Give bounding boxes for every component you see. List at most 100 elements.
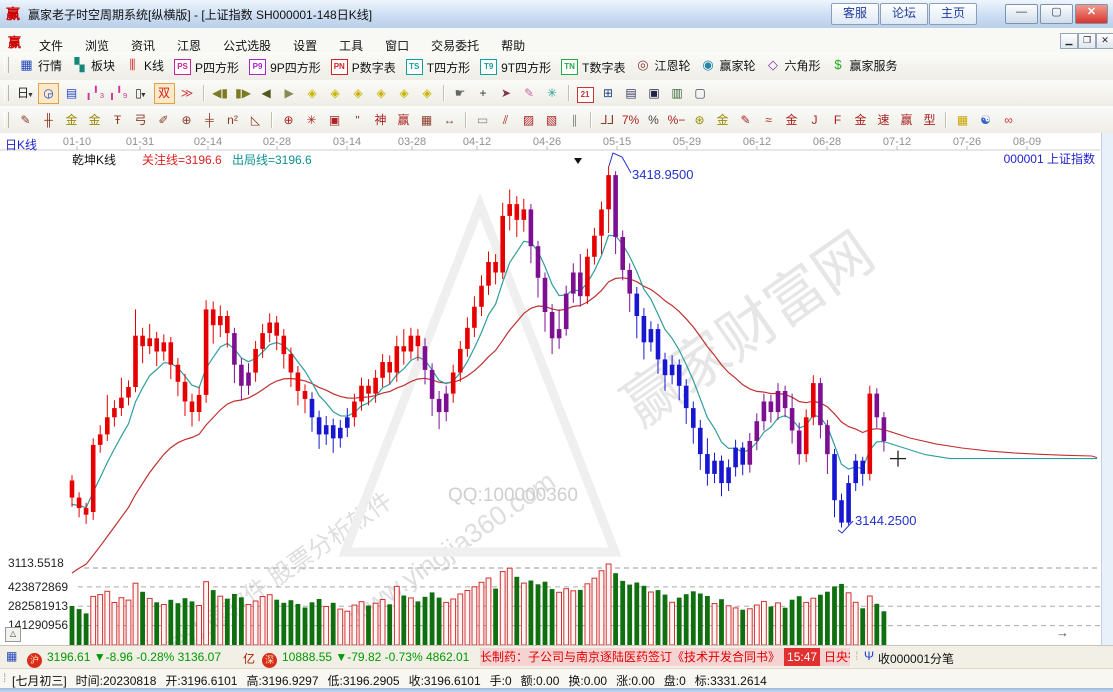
mdi-minimize-button[interactable]: ▁	[1060, 33, 1078, 49]
ruler2-icon[interactable]: ╪	[199, 110, 220, 131]
dropdown-arrow-icon[interactable]: ▼	[140, 92, 147, 99]
parallel-icon[interactable]: ∥	[564, 110, 585, 131]
feed-label[interactable]: 收000001分笔	[878, 650, 954, 667]
chart3-icon[interactable]: ╻╹₃	[84, 83, 105, 104]
toolbar-button-ps-square[interactable]: PSP四方形	[169, 54, 244, 80]
pct7-icon[interactable]: 7%	[620, 110, 641, 131]
toolbar-button-t9-square[interactable]: T99T四方形	[475, 54, 556, 80]
toolbar-button-winner-wheel[interactable]: ◉赢家轮	[695, 52, 760, 78]
dropdown-arrow-icon[interactable]: ▼	[27, 92, 34, 99]
gann-diamond-right-icon[interactable]: ◈	[325, 83, 346, 104]
toolbar-button-hexagon[interactable]: ◇六角形	[761, 52, 826, 78]
gold-line-icon[interactable]: 金	[712, 110, 733, 131]
chart-window-icon[interactable]: ◶	[38, 83, 59, 104]
pen2-icon[interactable]: ✐	[153, 110, 174, 131]
customer-service-button[interactable]: 客服	[831, 3, 879, 25]
forum-button[interactable]: 论坛	[880, 3, 928, 25]
calculator-icon[interactable]: ⊞	[598, 83, 619, 104]
prev-icon[interactable]: ◀	[256, 83, 277, 104]
compass-circle-icon[interactable]: ⊕	[176, 110, 197, 131]
starburst-icon[interactable]: ✳	[301, 110, 322, 131]
toolbar-button-kline[interactable]: ⫼K线	[120, 52, 169, 78]
toolbar-grip[interactable]	[4, 57, 9, 73]
gann-diamond-cross-icon[interactable]: ◈	[371, 83, 392, 104]
toolbar-button-gann-wheel[interactable]: ◎江恩轮	[630, 52, 695, 78]
toolbar-button-tn-table[interactable]: TNT数字表	[556, 54, 630, 80]
go-last-icon[interactable]: ▮▶	[233, 83, 254, 104]
gann-target-icon[interactable]: ⊕	[278, 110, 299, 131]
window-split-icon[interactable]: 日▼	[15, 83, 36, 104]
shen-tool-icon[interactable]: 神	[370, 110, 391, 131]
toolbar-button-service[interactable]: $赢家服务	[826, 52, 903, 78]
maximize-button[interactable]: ▢	[1040, 4, 1073, 24]
mdi-restore-button[interactable]: ❐	[1078, 33, 1096, 49]
f-grid-icon[interactable]: Ŧ	[107, 110, 128, 131]
ying-tool-icon[interactable]: 赢	[393, 110, 414, 131]
export-icon[interactable]: ▥	[667, 83, 688, 104]
gann-diamond-width-icon[interactable]: ◈	[348, 83, 369, 104]
toolbar-button-market-grid[interactable]: ▦行情	[14, 52, 67, 78]
save-icon[interactable]: ▣	[644, 83, 665, 104]
color-grid-icon[interactable]: ▦	[952, 110, 973, 131]
toolbar-grip[interactable]	[4, 85, 9, 101]
pan-hand-icon[interactable]: ☛	[450, 83, 471, 104]
draw-pink-icon[interactable]: ✎	[519, 83, 540, 104]
toolbar-button-p9-square[interactable]: P99P四方形	[244, 54, 326, 80]
chart9-icon[interactable]: ╻╹₉	[107, 83, 128, 104]
gold-line3-icon[interactable]: 金	[850, 110, 871, 131]
grid-fill-icon[interactable]: ▨	[518, 110, 539, 131]
k-mark-icon[interactable]: ʺ	[347, 110, 368, 131]
close-button[interactable]: ✕	[1075, 4, 1108, 24]
go-first-icon[interactable]: ◀▮	[210, 83, 231, 104]
j-line-icon[interactable]: J	[804, 110, 825, 131]
infinity-icon[interactable]: ∞	[998, 110, 1019, 131]
vertical-scrollbar[interactable]	[1101, 133, 1113, 645]
scroll-right-arrow[interactable]: →	[1056, 625, 1069, 640]
box-tool-icon[interactable]: ▭	[472, 110, 493, 131]
toolbar-grip[interactable]	[4, 112, 9, 128]
expand-pane-button[interactable]: △	[5, 627, 21, 642]
ying-line-icon[interactable]: 赢	[896, 110, 917, 131]
yinyang-icon[interactable]: ☯	[975, 110, 996, 131]
gold-circle-icon[interactable]: ⊛	[689, 110, 710, 131]
bow-tool-icon[interactable]: 弓	[130, 110, 151, 131]
n2-tool-icon[interactable]: n²	[222, 110, 243, 131]
gann-diamond-star-icon[interactable]: ◈	[394, 83, 415, 104]
system-icon[interactable]: ▢	[690, 83, 711, 104]
crosshair-icon[interactable]: +	[473, 83, 494, 104]
homepage-button[interactable]: 主页	[929, 3, 977, 25]
toolbar-button-pn-table[interactable]: PNP数字表	[326, 54, 401, 80]
gold-grid2-icon[interactable]: 金	[84, 110, 105, 131]
set-square-icon[interactable]: ◺	[245, 110, 266, 131]
toolbar-button-ts-square[interactable]: TST四方形	[401, 54, 475, 80]
grid123-icon[interactable]: ▦	[416, 110, 437, 131]
box-target-icon[interactable]: ▣	[324, 110, 345, 131]
speed-line-icon[interactable]: 速	[873, 110, 894, 131]
type-tool-icon[interactable]: 型	[919, 110, 940, 131]
histogram-icon[interactable]: ⅃⅃	[597, 110, 618, 131]
fan-lines-icon[interactable]: ⫽	[495, 110, 516, 131]
pct-icon[interactable]: %	[643, 110, 664, 131]
color-bars-icon[interactable]: ≫	[177, 83, 198, 104]
comb-ruler-icon[interactable]: ╫	[38, 110, 59, 131]
minimize-button[interactable]: —	[1005, 4, 1038, 24]
gold-grid1-icon[interactable]: 金	[61, 110, 82, 131]
gold-line2-icon[interactable]: 金	[781, 110, 802, 131]
calendar-icon[interactable]: 21	[575, 83, 596, 104]
quote-grid-icon[interactable]: ▦	[6, 649, 17, 663]
pct-line-icon[interactable]: %−	[666, 110, 687, 131]
select-a-icon[interactable]: ➤	[496, 83, 517, 104]
f-line-icon[interactable]: F	[827, 110, 848, 131]
wave-tool-icon[interactable]: ≈	[758, 110, 779, 131]
toolbar-button-sectors[interactable]: ▚板块	[67, 52, 120, 78]
pen-icon[interactable]: ✎	[15, 110, 36, 131]
width-tool-icon[interactable]: ↔	[439, 110, 460, 131]
notepad-icon[interactable]: ▤	[621, 83, 642, 104]
brush3-icon[interactable]: ✎	[735, 110, 756, 131]
grid-hatch-icon[interactable]: ▧	[541, 110, 562, 131]
gann-diamond-left-icon[interactable]: ◈	[302, 83, 323, 104]
mdi-close-button[interactable]: ✕	[1096, 33, 1113, 49]
news-ticker[interactable]: 长制药：子公司与南京逐陆医药签订《技术开发合同书》15:47日央行副行	[480, 648, 850, 666]
pattern-teal-icon[interactable]: ✳	[542, 83, 563, 104]
dual-k-icon[interactable]: 双	[154, 83, 175, 104]
